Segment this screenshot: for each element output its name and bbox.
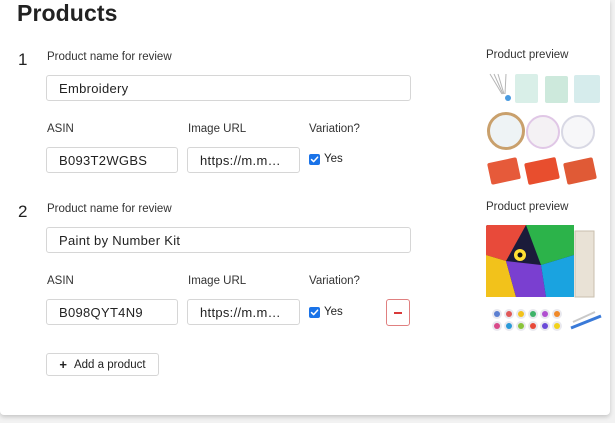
variation-checkbox[interactable]: Yes <box>309 306 343 318</box>
hoop-thumbnail <box>526 115 560 149</box>
image-url-label: Image URL <box>188 275 247 287</box>
paint-pots-thumbnail <box>492 309 602 331</box>
variation-yes-label: Yes <box>324 153 343 165</box>
plus-icon: + <box>59 357 67 372</box>
thread-thumbnail <box>524 156 560 186</box>
checkmark-icon <box>309 306 320 318</box>
product-name-input[interactable]: Embroidery <box>46 75 411 101</box>
pattern-thumbnail <box>545 76 568 103</box>
variation-checkbox[interactable]: Yes <box>309 153 343 165</box>
product-preview-label: Product preview <box>486 49 569 61</box>
thread-thumbnail <box>487 157 521 185</box>
cat-canvas-thumbnail <box>486 225 595 298</box>
asin-label: ASIN <box>47 123 74 135</box>
asin-label: ASIN <box>47 275 74 287</box>
minus-icon <box>394 311 402 314</box>
pattern-thumbnail <box>515 74 538 103</box>
image-url-input[interactable]: https://m.m… <box>187 147 300 173</box>
page-title: Products <box>17 0 118 26</box>
variation-yes-label: Yes <box>324 306 343 318</box>
remove-product-button[interactable] <box>386 299 410 326</box>
product-name-label: Product name for review <box>47 203 172 215</box>
image-url-input[interactable]: https://m.m… <box>187 299 300 325</box>
hoop-thumbnail <box>561 115 595 149</box>
product-name-label: Product name for review <box>47 51 172 63</box>
add-product-button[interactable]: + Add a product <box>46 353 159 376</box>
variation-label: Variation? <box>309 275 360 287</box>
needles-thumbnail <box>489 73 511 101</box>
product-number: 2 <box>18 202 28 221</box>
image-url-label: Image URL <box>188 123 247 135</box>
variation-label: Variation? <box>309 123 360 135</box>
thread-thumbnail <box>563 157 597 185</box>
product-number: 1 <box>18 50 28 69</box>
product-name-input[interactable]: Paint by Number Kit <box>46 227 411 253</box>
pattern-thumbnail <box>574 75 600 103</box>
hoop-thumbnail <box>487 112 525 150</box>
asin-input[interactable]: B098QYT4N9 <box>46 299 178 325</box>
products-card: Products 1 Product name for review Embro… <box>0 0 610 415</box>
add-product-label: Add a product <box>73 358 146 371</box>
checkmark-icon <box>309 153 320 165</box>
product-preview-label: Product preview <box>486 201 569 213</box>
asin-input[interactable]: B093T2WGBS <box>46 147 178 173</box>
